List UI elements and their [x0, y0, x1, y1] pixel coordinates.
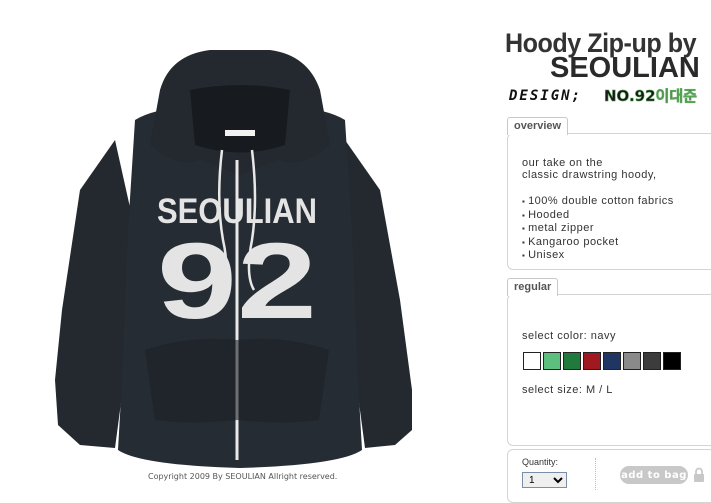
color-swatch-gray[interactable]	[623, 352, 641, 370]
overview-intro-line2: classic drawstring hoody,	[522, 169, 657, 181]
color-swatches	[523, 352, 681, 370]
options-panel	[507, 294, 711, 446]
brand-title: SEOULIAN	[550, 52, 700, 84]
color-swatch-red[interactable]	[583, 352, 601, 370]
color-swatch-green[interactable]	[563, 352, 581, 370]
list-item: Kangaroo pocket	[522, 236, 674, 250]
product-image: SEOULIAN 92	[55, 50, 412, 468]
list-item: metal zipper	[522, 222, 674, 236]
quantity-select[interactable]: 1	[522, 472, 567, 488]
list-item: Hooded	[522, 209, 674, 223]
tab-overview[interactable]: overview	[507, 117, 569, 135]
design-code: NO.92이대준	[604, 87, 697, 106]
color-swatch-charcoal[interactable]	[643, 352, 661, 370]
lock-icon	[694, 467, 704, 482]
color-swatch-navy[interactable]	[603, 352, 621, 370]
color-swatch-black[interactable]	[663, 352, 681, 370]
select-color-label: select color: navy	[522, 330, 616, 342]
overview-intro: our take on the classic drawstring hoody…	[522, 157, 657, 181]
tab-regular[interactable]: regular	[507, 278, 559, 296]
color-swatch-mint-green[interactable]	[543, 352, 561, 370]
divider	[595, 458, 596, 490]
select-size-label: select size: M / L	[522, 384, 613, 396]
feature-list: 100% double cotton fabrics Hooded metal …	[522, 195, 674, 263]
quantity-label: Quantity:	[522, 457, 559, 467]
design-label: DESIGN;	[509, 88, 583, 104]
add-to-bag-button[interactable]: add to bag	[620, 466, 688, 484]
print-number-text: 92	[157, 220, 317, 341]
list-item: Unisex	[522, 249, 674, 263]
color-swatch-white[interactable]	[523, 352, 541, 370]
copyright-text: Copyright 2009 By SEOULIAN Allright rese…	[148, 472, 338, 481]
overview-intro-line1: our take on the	[522, 157, 603, 169]
list-item: 100% double cotton fabrics	[522, 195, 674, 209]
